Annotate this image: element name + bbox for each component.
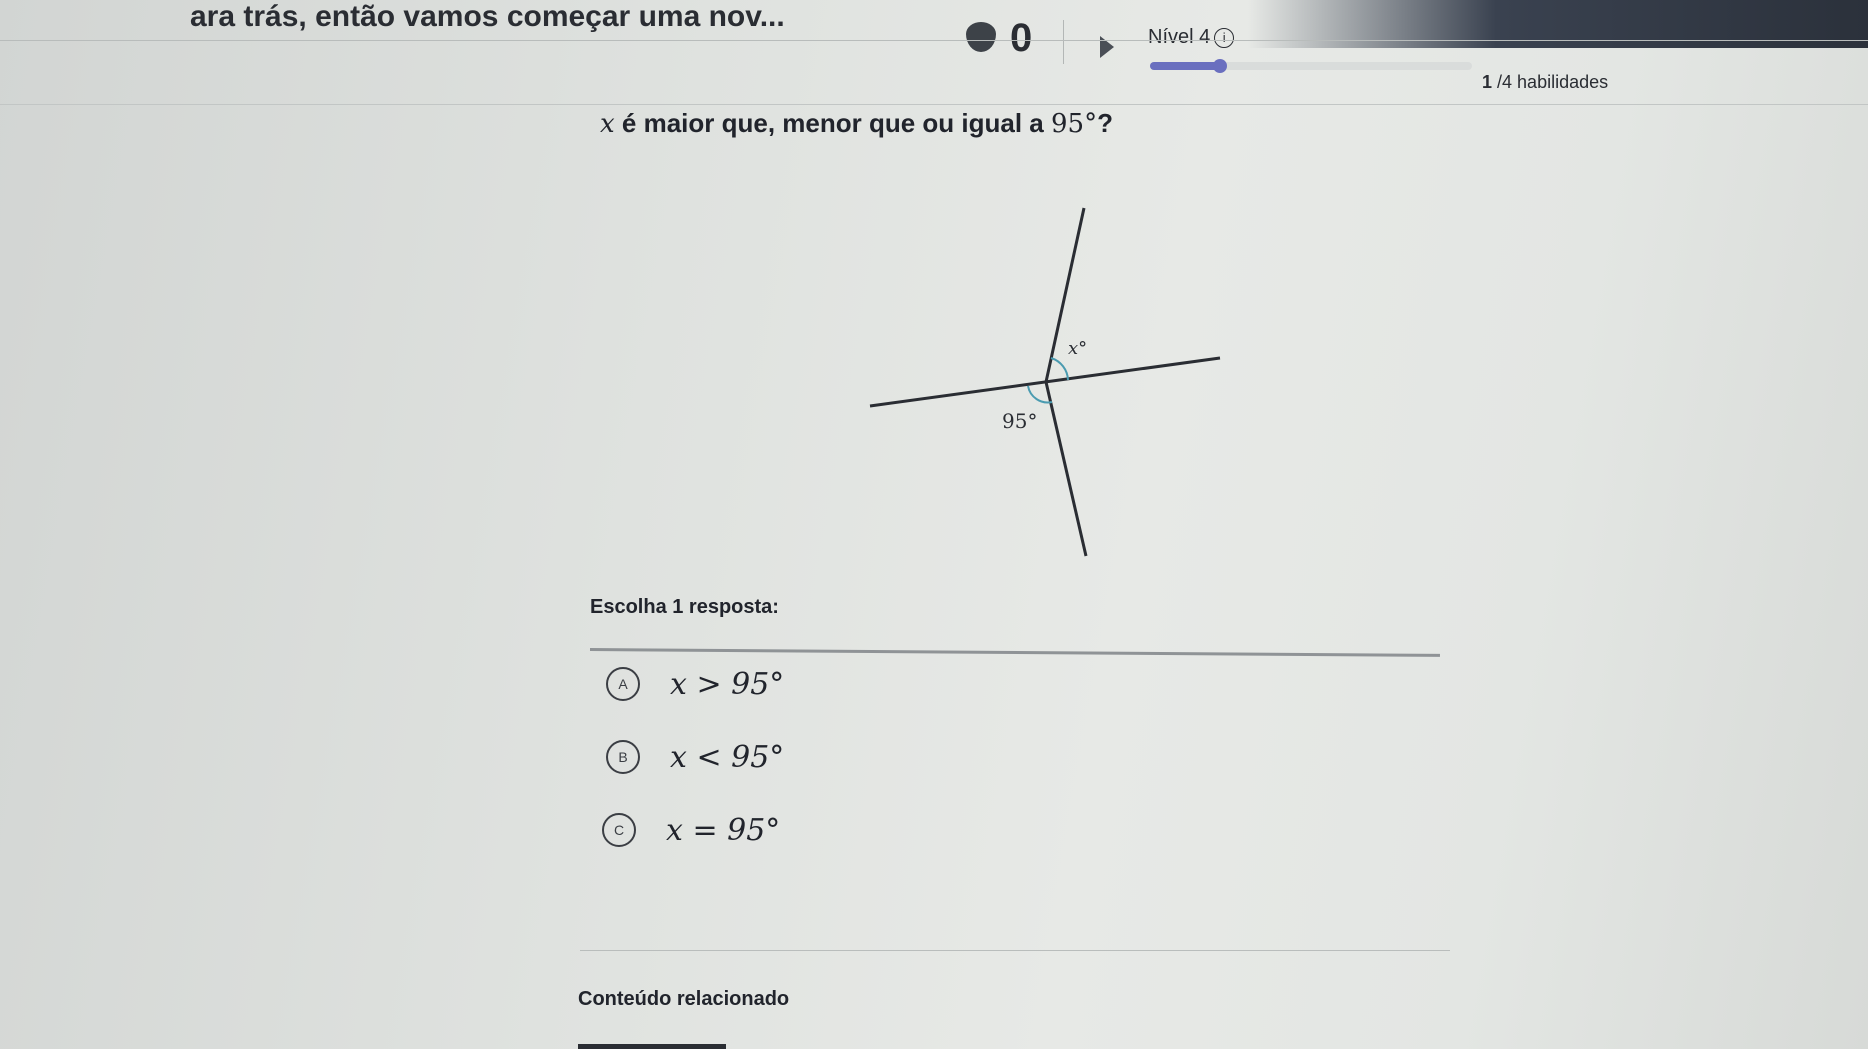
- info-icon[interactable]: i: [1214, 28, 1235, 48]
- choice-c-letter: C: [602, 813, 636, 847]
- choice-c-text: x = 95°: [666, 812, 781, 848]
- level-label[interactable]: Nível 4i: [1148, 26, 1235, 49]
- top-bar: ara trás, então vamos começar uma nov...…: [0, 0, 1868, 96]
- question-text: x é maior que, menor que ou igual a 95°?: [600, 108, 1113, 139]
- level-progress-knob: [1212, 59, 1227, 73]
- skills-done: 1: [1482, 72, 1493, 92]
- header-divider: [0, 104, 1868, 105]
- level-progress-bar: [1150, 59, 1472, 73]
- question-value: 95°: [1050, 109, 1098, 139]
- related-content-underline: [578, 1044, 726, 1049]
- angle-arc-x: [1050, 357, 1069, 381]
- topbar-separator: [1063, 20, 1064, 64]
- choice-a[interactable]: A x > 95°: [606, 664, 784, 704]
- choices-divider: [589, 648, 1440, 657]
- choice-a-text: x > 95°: [670, 666, 785, 702]
- choice-b-text: x < 95°: [670, 739, 785, 775]
- choice-b-letter: B: [606, 740, 640, 774]
- skills-total: /4 habilidades: [1497, 72, 1609, 92]
- question-end: ?: [1097, 108, 1113, 138]
- skills-count: 1 /4 habilidades: [1482, 72, 1608, 93]
- topbar-divider: [0, 40, 1868, 41]
- task-title: ara trás, então vamos começar uma nov...: [190, 0, 785, 33]
- related-content-label[interactable]: Conteúdo relacionado: [578, 988, 789, 1011]
- level-progress-fill: [1150, 59, 1227, 73]
- streak-count: 0: [1010, 16, 1033, 60]
- bottom-divider: [580, 950, 1450, 951]
- horizontal-line: [869, 356, 1221, 408]
- choice-a-letter: A: [606, 667, 640, 701]
- question-body: é maior que, menor que ou igual a: [614, 108, 1051, 138]
- streak-flame-icon: [966, 22, 996, 52]
- choice-c[interactable]: C x = 95°: [602, 810, 780, 850]
- angle-figure: x° 95°: [869, 206, 1221, 557]
- level-text: Nível 4: [1148, 26, 1211, 48]
- question-variable: x: [600, 109, 615, 139]
- lower-ray: [1044, 381, 1088, 557]
- choice-b[interactable]: B x < 95°: [606, 737, 784, 777]
- choose-answer-label: Escolha 1 resposta:: [590, 596, 779, 618]
- angle-95-label: 95°: [1002, 409, 1037, 433]
- transversal-line: [1084, 206, 1086, 556]
- angle-x-label: x°: [1068, 338, 1087, 359]
